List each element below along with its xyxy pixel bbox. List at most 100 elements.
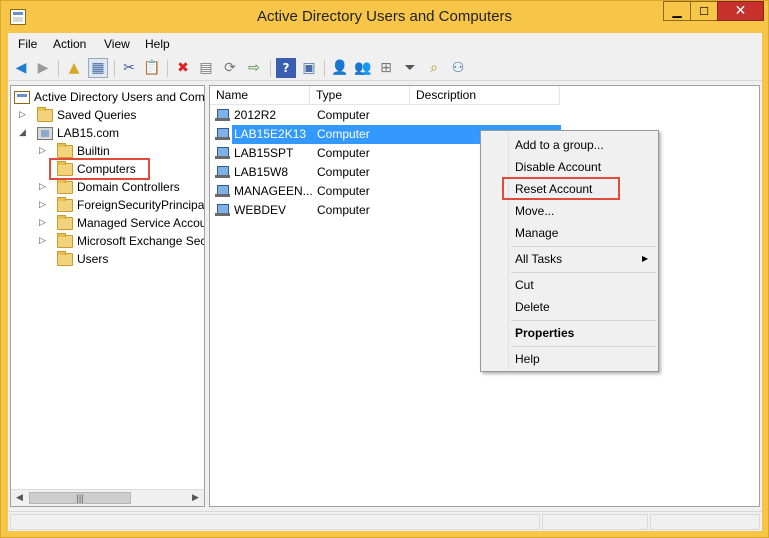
tree-item-label: LAB15.com xyxy=(57,126,120,140)
menu-item-help[interactable]: Help xyxy=(515,349,540,369)
aduc-icon xyxy=(14,91,30,104)
menu-item-manage[interactable]: Manage xyxy=(515,223,558,243)
column-header-type[interactable]: Type xyxy=(310,86,410,105)
computer-icon xyxy=(215,204,231,217)
scroll-right-icon[interactable]: ▶ xyxy=(187,490,204,506)
show-hide-tree-icon[interactable]: ▦ xyxy=(88,58,108,78)
new-user-icon[interactable]: 👤 xyxy=(330,58,350,78)
cut-icon[interactable]: ✂ xyxy=(119,58,139,78)
menu-bar: File Action View Help xyxy=(8,33,762,55)
find-icon[interactable]: ⌕ xyxy=(424,58,444,78)
new-ou-icon[interactable]: ⊞ xyxy=(376,58,396,78)
folder-icon xyxy=(57,233,73,248)
status-bar xyxy=(8,511,762,531)
maximize-button[interactable]: ☐ xyxy=(690,1,718,21)
add-to-group-icon[interactable]: ⚇ xyxy=(448,58,468,78)
list-item-type: Computer xyxy=(317,203,370,217)
expand-icon[interactable]: ▷ xyxy=(19,106,29,124)
paste-icon[interactable]: 📋 xyxy=(142,58,162,78)
tree-item-label: Saved Queries xyxy=(57,108,137,122)
menu-separator xyxy=(511,320,656,321)
menu-separator xyxy=(511,272,656,273)
folder-icon xyxy=(57,215,73,230)
refresh-icon[interactable]: ⟳ xyxy=(220,58,240,78)
status-segment xyxy=(542,514,648,530)
computer-icon xyxy=(215,147,231,160)
status-segment xyxy=(650,514,760,530)
menu-item-delete[interactable]: Delete xyxy=(515,297,550,317)
properties-icon[interactable]: ▤ xyxy=(196,58,216,78)
list-item-type: Computer xyxy=(317,165,370,179)
menu-item-disable-account[interactable]: Disable Account xyxy=(515,157,601,177)
tree-item-label: ForeignSecurityPrincipals xyxy=(77,198,205,212)
new-group-icon[interactable]: 👥 xyxy=(353,58,373,78)
menu-item-properties[interactable]: Properties xyxy=(515,323,574,343)
filter-icon[interactable]: ⏷ xyxy=(400,58,420,78)
toolbar-separator xyxy=(58,60,59,77)
back-icon[interactable]: ◀ xyxy=(11,58,31,78)
help-icon[interactable]: ? xyxy=(276,58,296,78)
delete-icon[interactable]: ✖ xyxy=(173,58,193,78)
up-folder-icon[interactable]: ▲ xyxy=(64,58,84,78)
menu-item-all-tasks[interactable]: All Tasks xyxy=(515,249,562,269)
scroll-thumb[interactable]: ||| xyxy=(29,492,131,504)
app-window: Active Directory Users and Computers ▁ ☐… xyxy=(0,0,769,538)
list-item-name: MANAGEEN... xyxy=(234,184,313,198)
list-item-type: Computer xyxy=(317,108,370,122)
list-item-name: LAB15E2K13 xyxy=(234,127,307,141)
close-icon: ✕ xyxy=(734,3,747,19)
menu-view[interactable]: View xyxy=(104,37,130,51)
menu-separator xyxy=(511,346,656,347)
submenu-arrow-icon: ▶ xyxy=(642,254,649,263)
expand-icon[interactable]: ▷ xyxy=(39,196,49,214)
toolbar-separator xyxy=(114,60,115,77)
folder-icon xyxy=(57,179,73,194)
expand-icon[interactable]: ▷ xyxy=(39,142,49,160)
list-item-name: LAB15W8 xyxy=(234,165,289,179)
menu-item-cut[interactable]: Cut xyxy=(515,275,534,295)
show-action-pane-icon[interactable]: ▣ xyxy=(299,58,319,78)
list-item-type: Computer xyxy=(317,184,370,198)
folder-icon xyxy=(57,251,73,266)
folder-icon xyxy=(57,143,73,158)
expand-icon[interactable]: ▷ xyxy=(39,178,49,196)
window-title: Active Directory Users and Computers xyxy=(256,8,513,25)
menu-action[interactable]: Action xyxy=(53,37,86,51)
domain-icon xyxy=(37,127,53,140)
minimize-button[interactable]: ▁ xyxy=(663,1,691,21)
folder-icon xyxy=(37,107,53,122)
forward-icon[interactable]: ▶ xyxy=(33,58,53,78)
menu-file[interactable]: File xyxy=(18,37,37,51)
column-header-description[interactable]: Description xyxy=(410,86,560,105)
close-button[interactable]: ✕ xyxy=(717,1,764,21)
computer-icon xyxy=(215,185,231,198)
column-header-name[interactable]: Name xyxy=(210,86,310,105)
console-tree[interactable]: Active Directory Users and Com ▷ Saved Q… xyxy=(10,85,205,507)
collapse-icon[interactable]: ◢ xyxy=(19,124,29,142)
expand-icon[interactable]: ▷ xyxy=(39,214,49,232)
menu-separator xyxy=(511,246,656,247)
list-item[interactable]: 2012R2 Computer xyxy=(210,106,759,125)
menu-item-add-to-group[interactable]: Add to a group... xyxy=(515,135,604,155)
context-menu: Add to a group... Disable Account Reset … xyxy=(480,130,659,372)
toolbar: ◀ ▶ ▲ ▦ ✂ 📋 ✖ ▤ ⟳ ⇨ ? ▣ 👤 👥 ⊞ ⏷ ⌕ ⚇ xyxy=(8,55,762,81)
computers-highlight-box xyxy=(49,158,150,180)
export-list-icon[interactable]: ⇨ xyxy=(244,58,264,78)
scroll-left-icon[interactable]: ◀ xyxy=(11,490,28,506)
expand-icon[interactable]: ▷ xyxy=(39,232,49,250)
tree-item-label: Microsoft Exchange Secu xyxy=(77,234,205,248)
title-bar[interactable]: Active Directory Users and Computers ▁ ☐… xyxy=(1,1,768,33)
menu-item-move[interactable]: Move... xyxy=(515,201,554,221)
reset-account-highlight-box xyxy=(502,177,620,200)
tree-item-label: Active Directory Users and Com xyxy=(34,90,205,104)
tree-horizontal-scrollbar[interactable]: ◀ ||| ▶ xyxy=(11,489,204,506)
tree-item-label: Domain Controllers xyxy=(77,180,180,194)
menu-help[interactable]: Help xyxy=(145,37,170,51)
tree-item-label: Managed Service Accour xyxy=(77,216,205,230)
computer-icon xyxy=(215,128,231,141)
computer-icon xyxy=(215,166,231,179)
maximize-icon: ☐ xyxy=(699,4,709,18)
menu-gutter xyxy=(508,133,509,369)
list-item-name: WEBDEV xyxy=(234,203,287,217)
tree-item-label: Users xyxy=(77,252,109,266)
